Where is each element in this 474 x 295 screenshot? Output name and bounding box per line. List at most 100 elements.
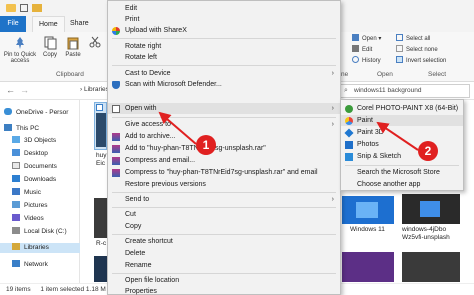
submenu-item-choose-app[interactable]: Choose another app: [341, 179, 463, 190]
menu-item-add-to-rar[interactable]: Add to "huy-phan-T8TNrEid7sg-unsplash.ra…: [108, 143, 340, 154]
menu-item-label: Copy: [125, 223, 142, 230]
image-thumbnail[interactable]: [94, 198, 107, 238]
checkmark-icon[interactable]: [20, 4, 28, 12]
pin-label: Pin to Quick access: [3, 52, 37, 64]
submenu-item-paint[interactable]: Paint: [341, 115, 463, 126]
paint-3d-icon: [344, 128, 354, 138]
menu-item-print[interactable]: Print: [108, 14, 340, 25]
search-input[interactable]: ⌕ windows11 background: [340, 84, 470, 98]
cut-button[interactable]: [86, 36, 104, 50]
menu-item-scan-defender[interactable]: Scan with Microsoft Defender...: [108, 79, 340, 90]
back-arrow-icon[interactable]: ←: [6, 85, 15, 95]
network-icon: [12, 260, 20, 267]
nav-item-3d-objects[interactable]: 3D Objects: [12, 136, 56, 146]
menu-item-cast-to-device[interactable]: Cast to Device ›: [108, 68, 340, 79]
select-all-icon: [396, 34, 403, 41]
nav-item-local-disk[interactable]: Local Disk (C:): [12, 227, 67, 237]
nav-item-libraries[interactable]: Libraries: [0, 243, 80, 253]
windows4j-thumbnail[interactable]: [402, 194, 460, 224]
nav-item-downloads[interactable]: Downloads: [12, 175, 56, 185]
menu-item-label: Edit: [125, 5, 138, 12]
tab-file[interactable]: File: [0, 16, 26, 32]
menu-separator: [345, 165, 459, 166]
pin-quick-access-button[interactable]: Pin to Quick access: [2, 36, 38, 64]
tab-share[interactable]: Share: [64, 16, 95, 32]
tab-home[interactable]: Home: [32, 16, 65, 32]
submenu-item-corel[interactable]: Corel PHOTO-PAINT X8 (64-Bit): [341, 103, 463, 114]
menu-item-rotate-left[interactable]: Rotate left: [108, 52, 340, 63]
nav-item-pictures[interactable]: Pictures: [12, 201, 47, 211]
menu-item-compress-rar-email[interactable]: Compress to "huy-phan-T8TNrEid7sg-unspla…: [108, 167, 340, 178]
image-thumbnail: [96, 113, 106, 147]
menu-item-cut[interactable]: Cut: [108, 209, 340, 220]
select-all-button[interactable]: Select all: [396, 34, 472, 42]
chevron-right-icon: ›: [331, 105, 334, 112]
nav-item-videos[interactable]: Videos: [12, 214, 44, 224]
nav-documents-label: Documents: [24, 163, 57, 170]
menu-item-properties[interactable]: Properties: [108, 286, 340, 295]
invert-selection-button[interactable]: Invert selection: [396, 56, 472, 64]
menu-item-copy[interactable]: Copy: [108, 221, 340, 232]
nav-item-onedrive[interactable]: OneDrive - Persor: [4, 108, 68, 118]
breadcrumb-libraries: Libraries: [83, 86, 109, 93]
nav-item-documents[interactable]: Documents: [12, 162, 57, 172]
menu-item-edit[interactable]: Edit: [108, 3, 340, 14]
submenu-item-photos[interactable]: Photos: [341, 139, 463, 150]
submenu-item-label: Search the Microsoft Store: [357, 169, 440, 176]
nav-network-label: Network: [24, 261, 48, 268]
forward-arrow-icon[interactable]: →: [20, 85, 29, 95]
breadcrumb[interactable]: › Libraries: [80, 86, 109, 93]
submenu-item-label: Paint 3D: [357, 129, 384, 136]
submenu-item-search-store[interactable]: Search the Microsoft Store: [341, 167, 463, 178]
checkbox-icon[interactable]: [96, 104, 103, 111]
menu-separator: [112, 117, 336, 118]
nav-item-desktop[interactable]: Desktop: [12, 149, 48, 159]
selected-thumbnail[interactable]: [94, 102, 107, 150]
menu-item-rotate-right[interactable]: Rotate right: [108, 41, 340, 52]
menu-item-send-to[interactable]: Send to ›: [108, 194, 340, 205]
winrar-icon: [112, 169, 120, 177]
menu-item-rename[interactable]: Rename: [108, 260, 340, 271]
nav-item-this-pc[interactable]: This PC: [4, 124, 39, 134]
paste-button[interactable]: Paste: [62, 36, 84, 58]
select-none-button[interactable]: Select none: [396, 45, 472, 53]
menu-item-delete[interactable]: Delete: [108, 248, 340, 259]
folder-quick-icon[interactable]: [32, 4, 42, 12]
nav-music-label: Music: [24, 189, 41, 196]
edit-label: Edit: [362, 47, 373, 53]
submenu-item-snip-sketch[interactable]: Snip & Sketch: [341, 151, 463, 162]
submenu-item-paint-3d[interactable]: Paint 3D: [341, 127, 463, 138]
open-label: Open: [362, 36, 377, 42]
open-with-submenu: Corel PHOTO-PAINT X8 (64-Bit) Paint Pain…: [340, 99, 464, 191]
menu-item-compress-email[interactable]: Compress and email...: [108, 155, 340, 166]
photos-icon: [345, 141, 353, 149]
menu-separator: [112, 38, 336, 39]
menu-item-give-access[interactable]: Give access to ›: [108, 119, 340, 130]
menu-item-create-shortcut[interactable]: Create shortcut: [108, 236, 340, 247]
menu-item-upload-sharex[interactable]: Upload with ShareX: [108, 25, 340, 36]
nav-videos-label: Videos: [24, 215, 44, 222]
menu-item-add-archive[interactable]: Add to archive...: [108, 131, 340, 142]
image-thumbnail[interactable]: [342, 252, 394, 282]
scissors-icon: [89, 36, 101, 48]
new-group-label: ne: [341, 71, 349, 78]
open-group-label: Open: [377, 71, 393, 78]
menu-item-open-with[interactable]: Open with ›: [108, 103, 340, 114]
shield-icon: [112, 81, 120, 89]
image-thumbnail[interactable]: [94, 256, 107, 282]
history-label: History: [362, 58, 381, 64]
menu-item-label: Cast to Device: [125, 70, 171, 77]
menu-item-restore-versions[interactable]: Restore previous versions: [108, 179, 340, 190]
select-none-label: Select none: [406, 47, 438, 53]
nav-item-music[interactable]: Music: [12, 188, 41, 198]
menu-item-open-file-location[interactable]: Open file location: [108, 275, 340, 286]
windows11-thumbnail[interactable]: [342, 196, 394, 224]
thumbnail-caption-left-2: R-c: [96, 240, 107, 247]
nav-item-network[interactable]: Network: [12, 260, 48, 270]
desktop-icon: [12, 149, 20, 156]
copy-button[interactable]: Copy: [40, 36, 60, 58]
menu-item-label: Cut: [125, 211, 136, 218]
menu-item-label: Compress to "huy-phan-T8TNrEid7sg-unspla…: [125, 169, 318, 176]
menu-separator: [112, 65, 336, 66]
image-thumbnail[interactable]: [402, 252, 460, 282]
